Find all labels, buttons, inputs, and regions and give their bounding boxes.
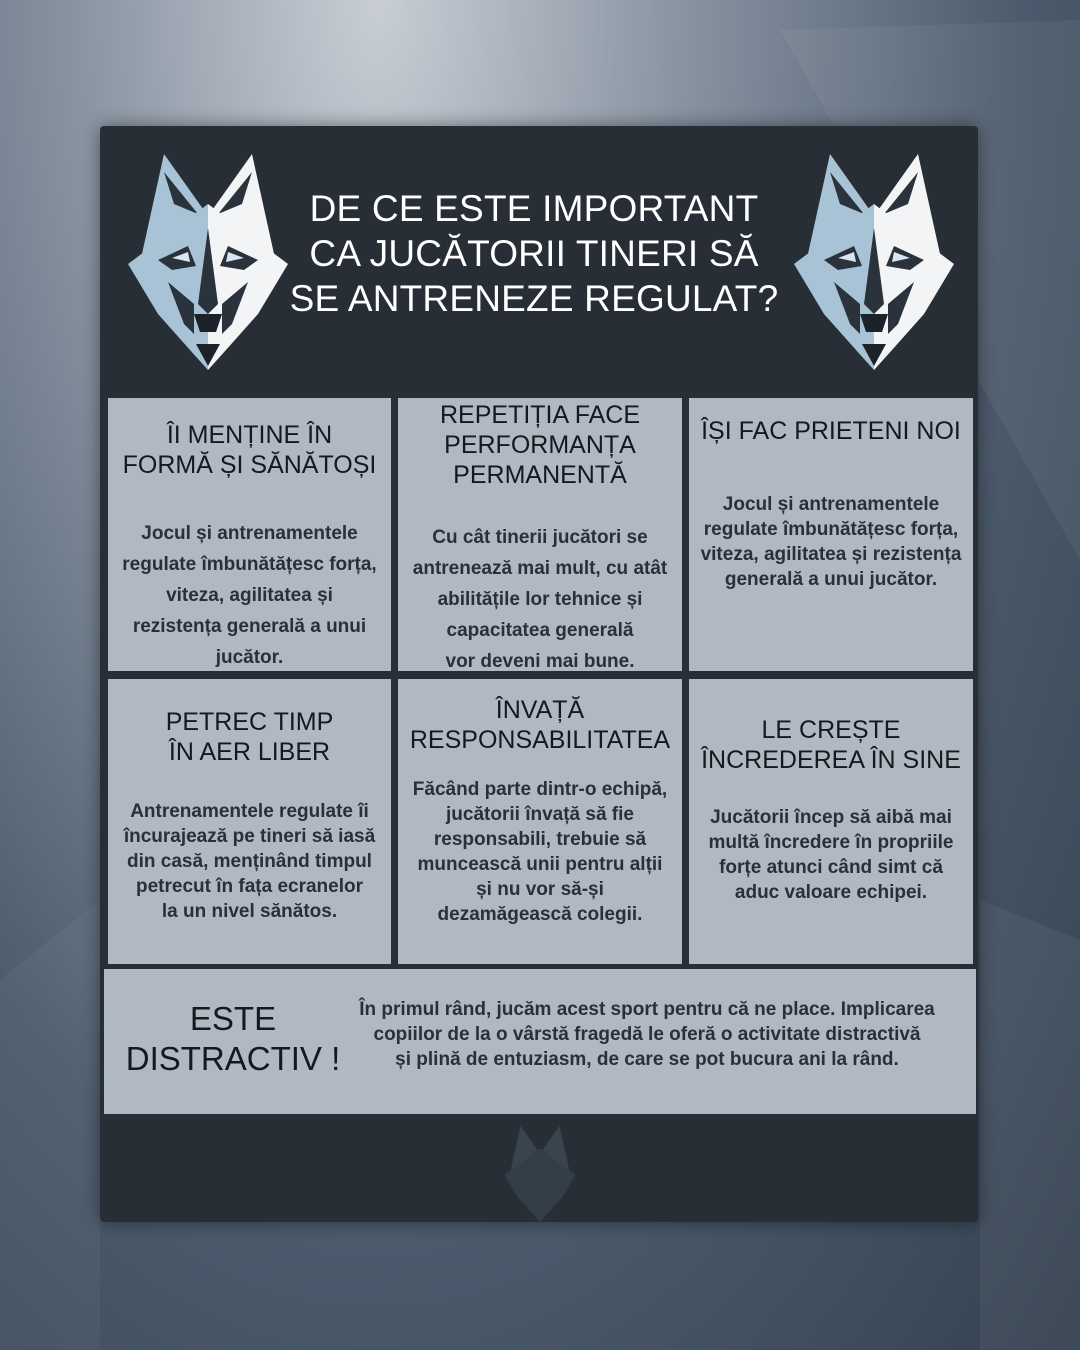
card-text: regulate îmbunătățesc forța, [703, 519, 959, 540]
card-title: LE CREȘTE [761, 716, 901, 744]
fun-text-line: copiilor de la o vârstă fragedă le oferă… [373, 1024, 921, 1045]
card-title: PETREC TIMP [165, 708, 334, 736]
card-title: PERFORMANȚA [444, 431, 636, 459]
card-title: ÎI MENȚINE ÎN [166, 421, 333, 449]
card-text: rezistența generală a unui [132, 616, 367, 637]
card-text: multă încredere în propriile [708, 832, 954, 853]
card-text: jucătorii învață să fie [446, 804, 634, 825]
card-title: REPETIȚIA FACE [439, 401, 641, 429]
page-title: DE CE ESTE IMPORTANT CA JUCĂTORII TINERI… [280, 186, 788, 321]
card-text: responsabili, trebuie să [433, 829, 647, 850]
card-text: generală a unui jucător. [724, 569, 938, 590]
card-fun: ESTE DISTRACTIV ! În primul rând, jucăm … [104, 969, 976, 1114]
card-title: ÎNCREDEREA ÎN SINE [701, 746, 961, 774]
card-text: Cu cât tinerii jucători se [432, 527, 648, 548]
card-title: RESPONSABILITATEA [409, 726, 671, 754]
card-text: viteza, agilitatea și [166, 585, 333, 606]
card-title: ÎN AER LIBER [168, 738, 331, 766]
card-text: aduc valoare echipei. [734, 882, 928, 903]
card-text: Jocul și antrenamentele [141, 523, 358, 544]
card-text: abilitățile lor tehnice și [437, 589, 643, 610]
card-text: petrecut în fața ecranelor [135, 876, 364, 897]
card-text: și nu vor să-și [476, 879, 604, 900]
card-title: PERMANENTĂ [453, 461, 627, 489]
card-text: Antrenamentele regulate îi [130, 801, 369, 822]
wolf-watermark-icon [504, 1126, 576, 1222]
fun-text: În primul rând, jucăm acest sport pentru… [332, 997, 962, 1072]
card-fitness: ÎI MENȚINE ÎN FORMĂ ȘI SĂNĂTOȘI Jocul și… [108, 398, 391, 671]
card-text: încurajează pe tineri să iasă [123, 826, 376, 847]
card-confidence: LE CREȘTE ÎNCREDEREA ÎN SINE Jucătorii î… [689, 679, 973, 964]
fun-title: ESTE DISTRACTIV ! [118, 999, 348, 1079]
card-text: la un nivel sănătos. [161, 901, 338, 922]
card-text: jucător. [215, 647, 284, 668]
infographic-panel: DE CE ESTE IMPORTANT CA JUCĂTORII TINERI… [100, 126, 978, 1222]
title-line: CA JUCĂTORII TINERI SĂ [309, 233, 759, 274]
title-line: SE ANTRENEZE REGULAT? [289, 278, 779, 319]
card-title: ÎȘI FAC PRIETENI NOI [701, 417, 961, 445]
card-repetition: REPETIȚIA FACE PERFORMANȚA PERMANENTĂ Cu… [398, 398, 682, 672]
card-text: Jucătorii încep să aibă mai [710, 807, 952, 828]
card-text: Jocul și antrenamentele [722, 494, 940, 515]
card-text: din casă, menținând timpul [127, 851, 372, 872]
card-text: dezamăgească colegii. [437, 904, 643, 925]
card-text: vor deveni mai bune. [445, 651, 635, 672]
fun-title-line: DISTRACTIV ! [125, 1040, 341, 1077]
card-text: forțe atunci când simt că [719, 857, 943, 878]
card-text: viteza, agilitatea și rezistența [700, 544, 962, 565]
card-title: ÎNVAȚĂ [495, 696, 585, 724]
wolf-logo-icon [128, 154, 288, 370]
card-text: Făcând parte dintr-o echipă, [412, 779, 668, 800]
card-outdoors: PETREC TIMP ÎN AER LIBER Antrenamentele … [108, 679, 391, 964]
header: DE CE ESTE IMPORTANT CA JUCĂTORII TINERI… [100, 126, 978, 392]
fun-text-line: În primul rând, jucăm acest sport pentru… [359, 999, 935, 1020]
card-text: capacitatea generală [446, 620, 634, 641]
wolf-logo-icon [794, 154, 954, 370]
card-text: regulate îmbunătățesc forța, [122, 554, 377, 575]
card-friends: ÎȘI FAC PRIETENI NOI Jocul și antrenamen… [689, 398, 973, 671]
card-responsibility: ÎNVAȚĂ RESPONSABILITATEA Făcând parte di… [398, 679, 682, 964]
card-title: FORMĂ ȘI SĂNĂTOȘI [122, 451, 377, 479]
card-text: muncească unii pentru alții [417, 854, 663, 875]
title-line: DE CE ESTE IMPORTANT [309, 188, 759, 229]
fun-text-line: și plină de entuziasm, de care se pot bu… [395, 1049, 899, 1070]
fun-title-line: ESTE [189, 1000, 277, 1037]
card-text: antrenează mai mult, cu atât [412, 558, 668, 579]
